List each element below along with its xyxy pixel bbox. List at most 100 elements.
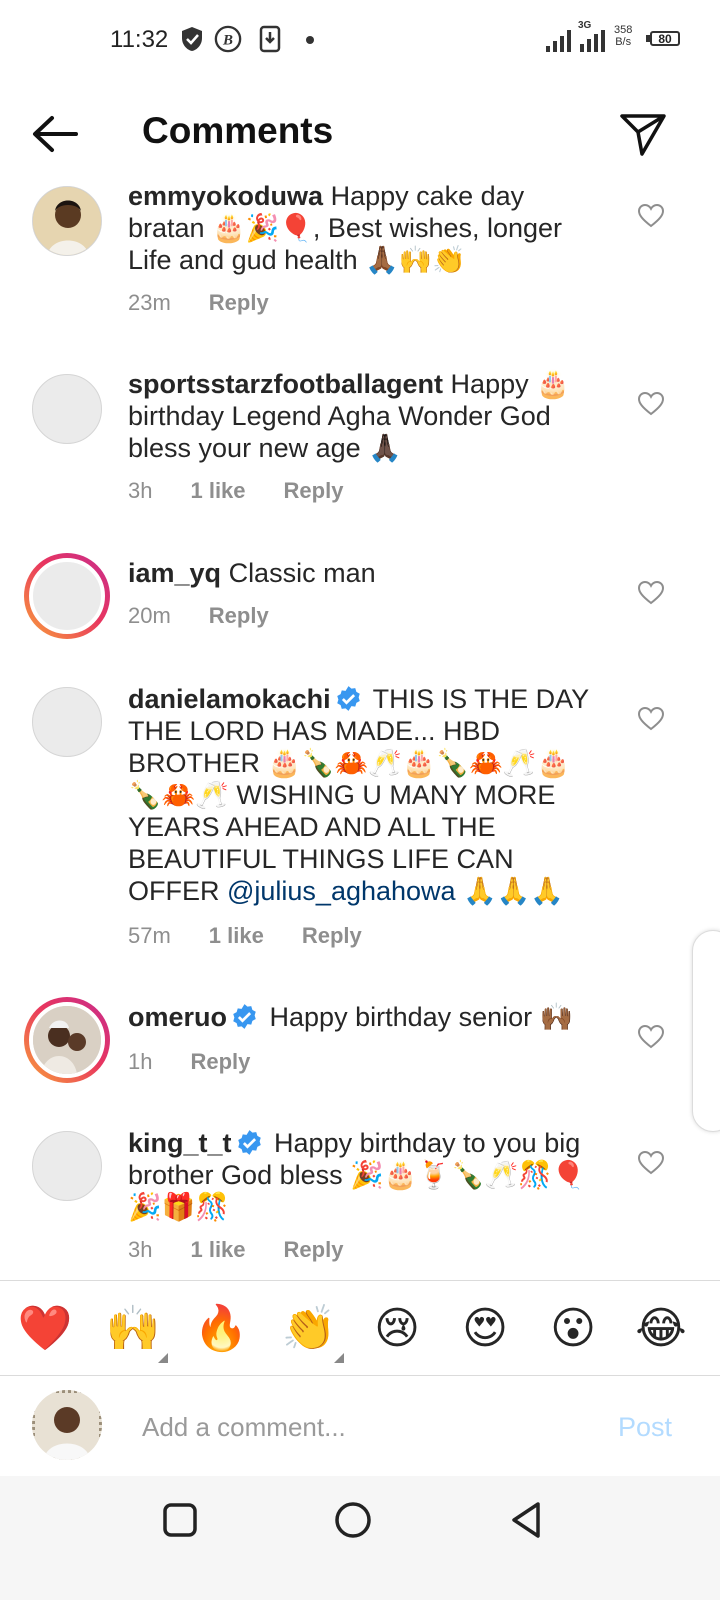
comment-time: 3h [128,478,153,503]
battery-icon: 80 [650,31,680,46]
like-heart-icon[interactable] [638,1151,664,1175]
share-button[interactable] [618,110,668,158]
speed-value: 358 [614,24,633,36]
raising-hands-reaction-button[interactable]: 🙌 [104,1299,168,1363]
reply-button[interactable]: Reply [284,1237,344,1262]
post-button[interactable]: Post [618,1412,672,1443]
comment-meta: 3h 1 like Reply [128,1237,381,1263]
verified-badge-icon [336,686,360,711]
likes-count[interactable]: 1 like [190,478,245,503]
heart-eyes-reaction-button[interactable]: 😍 [456,1299,514,1357]
comment-username[interactable]: iam_yq [128,558,221,588]
signal-strength-icon [546,26,571,52]
avatar[interactable] [32,1131,102,1201]
comment-meta: 3h 1 like Reply [128,478,381,504]
comment-username[interactable]: danielamokachi [128,684,331,714]
send-icon [620,114,666,156]
comment-input[interactable] [140,1406,574,1448]
status-bar: 11:32 B 3G 358 B/s 80 [0,0,720,80]
comment-body-tail: 🙏🙏🙏 [455,876,564,906]
likes-count[interactable]: 1 like [190,1237,245,1262]
comment-username[interactable]: emmyokoduwa [128,181,323,211]
back-button[interactable] [30,112,80,156]
fire-reaction-button[interactable]: 🔥 [192,1299,250,1357]
comment-body: Happy birthday senior 🙌🏾 [262,1002,574,1032]
user-photo-icon [33,1006,101,1074]
red-heart-icon: ❤️ [17,1303,73,1354]
recent-apps-icon[interactable] [160,1500,200,1540]
comment-text: sportsstarzfootballagent Happy 🎂 birthda… [128,368,608,464]
comment-text: iam_yq Classic man [128,557,608,589]
avatar[interactable] [32,374,102,444]
comment-text: king_t_t Happy birthday to you big broth… [128,1127,608,1223]
laughing-reaction-button[interactable]: 😂 [632,1299,690,1357]
crying-face-icon: 😢 [374,1302,420,1354]
page-title: Comments [142,110,334,151]
quick-reactions-bar: ❤️ 🙌 🔥 👏 😢 😍 😮 😂 [0,1280,720,1376]
header: Comments [0,90,720,180]
fire-icon: 🔥 [193,1303,249,1354]
like-heart-icon[interactable] [638,707,664,731]
avatar [29,558,105,634]
crying-reaction-button[interactable]: 😢 [368,1299,426,1357]
comment-time: 1h [128,1049,153,1074]
reply-button[interactable]: Reply [302,923,362,948]
user-photo-icon [33,187,101,255]
red-heart-reaction-button[interactable]: ❤️ [16,1299,74,1357]
avatar [29,1002,105,1078]
like-heart-icon[interactable] [638,1025,664,1049]
back-arrow-icon [33,116,78,152]
speed-unit: B/s [615,36,632,48]
comment-time: 3h [128,1237,153,1262]
comment-text: emmyokoduwa Happy cake day bratan 🎂🎉🎈, B… [128,180,608,276]
likes-count[interactable]: 1 like [209,923,264,948]
avatar[interactable] [32,186,102,256]
reply-button[interactable]: Reply [190,1049,250,1074]
avatar[interactable] [32,687,102,757]
reply-button[interactable]: Reply [284,478,344,503]
skin-tone-indicator [158,1353,168,1363]
like-heart-icon[interactable] [638,392,664,416]
like-heart-icon[interactable] [638,204,664,228]
svg-text:B: B [222,33,233,49]
verified-badge-icon [233,1004,256,1029]
reply-button[interactable]: Reply [209,603,269,628]
download-icon [256,24,284,54]
home-icon[interactable] [333,1500,373,1540]
network-speed: 358 B/s [614,24,632,48]
comment-meta: 57m 1 like Reply [128,923,400,949]
signal-strength-2-icon [580,26,605,52]
verified-badge-icon [237,1130,261,1155]
comment-body: THIS IS THE DAY THE LORD HAS MADE... HBD… [128,684,589,906]
comment-text: omeruo Happy birthday senior 🙌🏾 [128,1001,608,1033]
tears-of-joy-face-icon: 😂 [635,1302,687,1354]
comment-time: 20m [128,603,171,628]
comment-text: danielamokachi THIS IS THE DAY THE LORD … [128,683,598,907]
user-photo-icon [32,1390,102,1460]
reply-button[interactable]: Reply [209,290,269,315]
surprised-reaction-button[interactable]: 😮 [544,1299,602,1357]
notification-dot [306,36,314,44]
clapping-hands-icon: 👏 [281,1303,337,1354]
like-heart-icon[interactable] [638,581,664,605]
comment-username[interactable]: king_t_t [128,1128,232,1158]
comment-meta: 23m Reply [128,290,307,316]
comment-body: Classic man [221,558,376,588]
shield-icon [178,24,206,54]
surprised-face-icon: 😮 [550,1302,596,1354]
comment-username[interactable]: sportsstarzfootballagent [128,369,443,399]
mention-link[interactable]: @julius_aghahowa [227,876,456,906]
comment-meta: 1h Reply [128,1049,288,1075]
skin-tone-indicator [334,1353,344,1363]
back-triangle-icon[interactable] [506,1500,546,1540]
comment-username[interactable]: omeruo [128,1002,227,1032]
status-time: 11:32 [110,26,169,53]
clapping-reaction-button[interactable]: 👏 [280,1299,344,1363]
avatar-story-ring[interactable] [24,997,110,1083]
avatar-story-ring[interactable] [24,553,110,639]
scroll-handle[interactable] [692,930,720,1132]
comment-composer: Post [0,1376,720,1476]
current-user-avatar [32,1390,102,1460]
b-circle-icon: B [214,24,242,54]
comment-meta: 20m Reply [128,603,307,629]
